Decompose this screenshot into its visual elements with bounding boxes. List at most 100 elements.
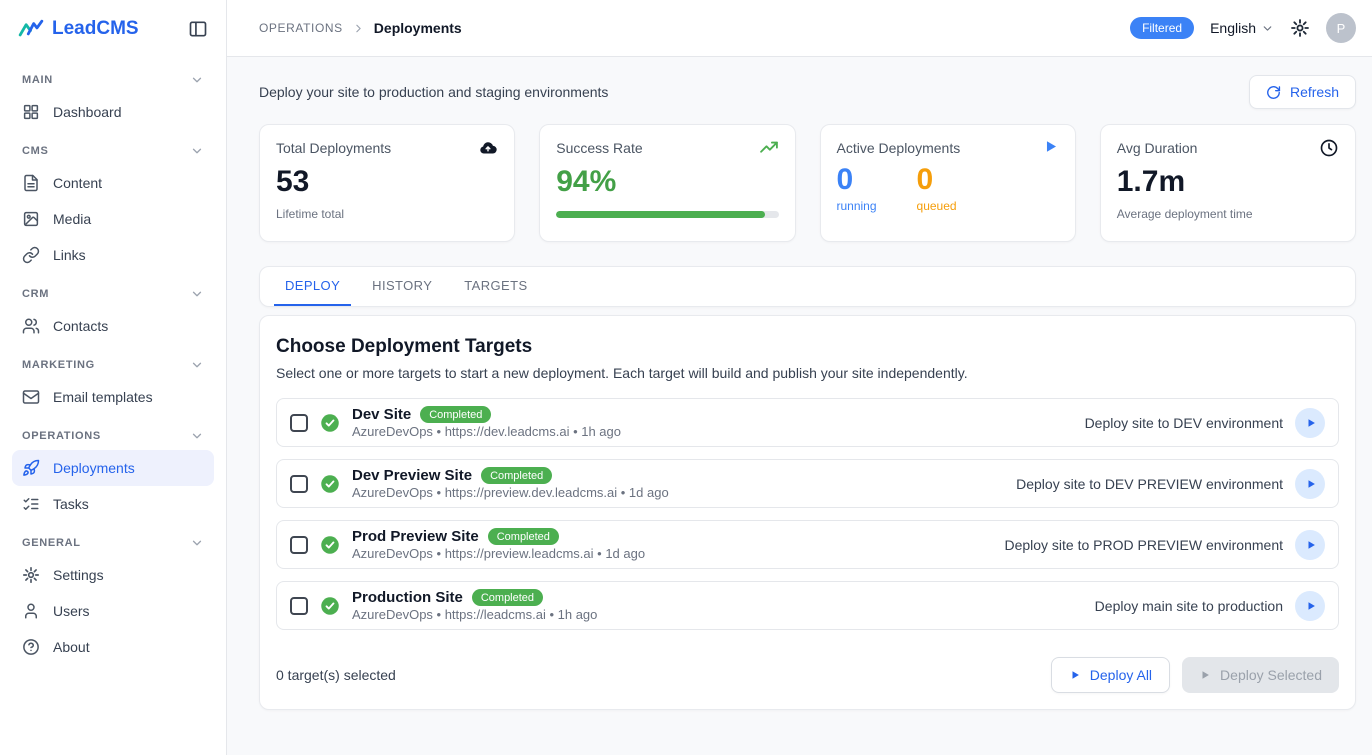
stat-caption: Lifetime total (276, 207, 498, 221)
sidebar-item-label: Dashboard (53, 104, 122, 120)
queued-stat: 0 queued (917, 163, 957, 213)
rocket-icon (22, 459, 40, 477)
target-meta: AzureDevOps • https://preview.leadcms.ai… (352, 546, 992, 561)
stat-value: 94% (556, 165, 778, 198)
sidebar: LeadCMS MAIN Dashboard CMS Content (0, 0, 227, 755)
dashboard-icon (22, 103, 40, 121)
stat-card-active-deployments: Active Deployments 0 running 0 queued (820, 124, 1076, 242)
chevron-down-icon (190, 73, 204, 87)
target-row-production-site: Production Site Completed AzureDevOps • … (276, 581, 1339, 630)
sidebar-item-dashboard[interactable]: Dashboard (12, 94, 214, 130)
section-label: GENERAL (22, 537, 81, 549)
deploy-selected-button[interactable]: Deploy Selected (1182, 657, 1339, 693)
stat-title: Success Rate (556, 140, 642, 156)
refresh-button[interactable]: Refresh (1249, 75, 1356, 109)
sidebar-item-label: Content (53, 175, 102, 191)
help-circle-icon (22, 638, 40, 656)
leadcms-logo-icon (18, 16, 44, 42)
collapse-sidebar-button[interactable] (184, 15, 212, 43)
status-badge: Completed (481, 467, 552, 484)
sidebar-item-settings[interactable]: Settings (12, 557, 214, 593)
running-stat: 0 running (837, 163, 877, 213)
target-checkbox-dev-site[interactable] (290, 414, 308, 432)
sidebar-section-operations[interactable]: OPERATIONS (12, 415, 214, 450)
settings-gear-button[interactable] (1290, 18, 1310, 38)
sidebar-item-label: Settings (53, 567, 104, 583)
tab-deploy[interactable]: DEPLOY (274, 267, 351, 306)
brand-logo[interactable]: LeadCMS (18, 16, 139, 42)
running-value: 0 (837, 163, 877, 196)
filtered-badge[interactable]: Filtered (1130, 17, 1194, 39)
section-label: MARKETING (22, 359, 95, 371)
sidebar-item-email-templates[interactable]: Email templates (12, 379, 214, 415)
media-icon (22, 210, 40, 228)
queued-value: 0 (917, 163, 957, 196)
sidebar-item-content[interactable]: Content (12, 165, 214, 201)
sidebar-item-tasks[interactable]: Tasks (12, 486, 214, 522)
avatar[interactable]: P (1326, 13, 1356, 43)
check-circle-icon (320, 474, 340, 494)
section-label: CMS (22, 145, 49, 157)
sidebar-item-deployments[interactable]: Deployments (12, 450, 214, 486)
deploy-dev-preview-site-button[interactable] (1295, 469, 1325, 499)
target-checkbox-prod-preview-site[interactable] (290, 536, 308, 554)
sidebar-item-users[interactable]: Users (12, 593, 214, 629)
sidebar-item-label: Users (53, 603, 90, 619)
target-info: Prod Preview Site Completed AzureDevOps … (352, 528, 992, 561)
refresh-label: Refresh (1290, 84, 1339, 100)
language-selector[interactable]: English (1210, 20, 1274, 36)
target-checkbox-production-site[interactable] (290, 597, 308, 615)
gear-icon (1290, 18, 1310, 38)
target-checkbox-dev-preview-site[interactable] (290, 475, 308, 493)
deploy-production-site-button[interactable] (1295, 591, 1325, 621)
sidebar-section-main[interactable]: MAIN (12, 59, 214, 94)
play-icon (1199, 669, 1211, 681)
target-action-text: Deploy site to DEV environment (1085, 415, 1283, 431)
section-label: MAIN (22, 74, 53, 86)
breadcrumb-parent[interactable]: OPERATIONS (259, 21, 343, 35)
deploy-prod-preview-site-button[interactable] (1295, 530, 1325, 560)
stat-caption: Average deployment time (1117, 207, 1339, 221)
chevron-down-icon (190, 144, 204, 158)
play-icon (1305, 478, 1317, 490)
target-info: Dev Preview Site Completed AzureDevOps •… (352, 467, 1004, 500)
stat-value: 53 (276, 165, 498, 198)
check-circle-icon (320, 535, 340, 555)
tab-history[interactable]: HISTORY (361, 267, 443, 306)
selected-count: 0 target(s) selected (276, 667, 396, 683)
panel-description: Select one or more targets to start a ne… (276, 365, 1339, 381)
sidebar-item-links[interactable]: Links (12, 237, 214, 273)
stat-title: Avg Duration (1117, 140, 1198, 156)
sidebar-item-about[interactable]: About (12, 629, 214, 665)
deploy-all-button[interactable]: Deploy All (1051, 657, 1170, 693)
stat-card-avg-duration: Avg Duration 1.7m Average deployment tim… (1100, 124, 1356, 242)
sidebar-item-media[interactable]: Media (12, 201, 214, 237)
language-label: English (1210, 20, 1256, 36)
link-icon (22, 246, 40, 264)
app-root: LeadCMS MAIN Dashboard CMS Content (0, 0, 1372, 755)
status-badge: Completed (420, 406, 491, 423)
tab-targets[interactable]: TARGETS (453, 267, 538, 306)
check-circle-icon (320, 413, 340, 433)
chevron-down-icon (190, 358, 204, 372)
queued-label: queued (917, 199, 957, 213)
tasks-icon (22, 495, 40, 513)
deploy-dev-site-button[interactable] (1295, 408, 1325, 438)
play-icon (1305, 417, 1317, 429)
cloud-upload-icon (478, 138, 498, 158)
sidebar-section-crm[interactable]: CRM (12, 273, 214, 308)
page-head: Deploy your site to production and stagi… (259, 75, 1356, 109)
sidebar-section-cms[interactable]: CMS (12, 130, 214, 165)
gear-icon (22, 566, 40, 584)
sidebar-item-label: Contacts (53, 318, 108, 334)
deployment-targets-panel: Choose Deployment Targets Select one or … (259, 315, 1356, 710)
sidebar-section-general[interactable]: GENERAL (12, 522, 214, 557)
sidebar-item-contacts[interactable]: Contacts (12, 308, 214, 344)
stat-title: Active Deployments (837, 140, 961, 156)
section-label: OPERATIONS (22, 430, 101, 442)
sidebar-section-marketing[interactable]: MARKETING (12, 344, 214, 379)
section-label: CRM (22, 288, 49, 300)
stat-card-total-deployments: Total Deployments 53 Lifetime total (259, 124, 515, 242)
stat-title: Total Deployments (276, 140, 391, 156)
breadcrumb-current: Deployments (374, 20, 462, 36)
